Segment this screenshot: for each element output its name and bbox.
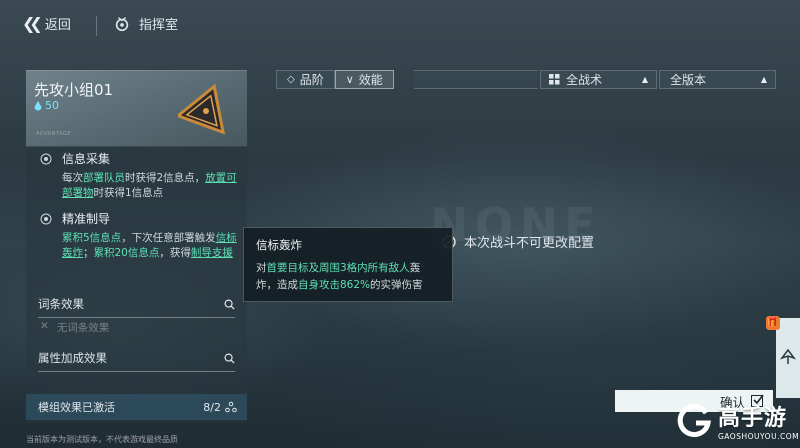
diamond-icon: ◇ — [287, 74, 295, 85]
squad-emblem-icon — [178, 83, 226, 135]
entry-effect-label: 词条效果 — [38, 297, 84, 311]
wing-icon — [780, 348, 796, 364]
squad-title: 先攻小组01 — [34, 81, 114, 99]
desc-highlight: 累积20信息点 — [93, 247, 160, 259]
tooltip-body: 对首要目标及周围3格内所有敌人轰炸，造成自身攻击862%的实弹伤害 — [256, 260, 440, 294]
locked-message: 本次战斗不可更改配置 — [442, 232, 594, 251]
squad-card: 先攻小组01 50 ADVANTAGE — [26, 70, 247, 147]
module-active-bar[interactable]: 模组效果已激活 8/2 — [26, 394, 247, 420]
entry-effect-search[interactable]: 词条效果 — [38, 296, 235, 318]
filter-bar-spacer — [414, 70, 538, 89]
tactic-select-value: 全战术 — [566, 73, 603, 87]
skill-tooltip: 信标轰炸 对首要目标及周围3格内所有敌人轰炸，造成自身攻击862%的实弹伤害 — [243, 227, 453, 302]
attr-bonus-label: 属性加成效果 — [38, 351, 107, 365]
version-select-value: 全版本 — [670, 73, 707, 87]
skill-desc: 每次部署队员时获得2信息点，放置可部署物时获得1信息点 — [62, 171, 238, 201]
version-footnote: 当前版本为测试版本，不代表游戏最终品质 — [26, 435, 178, 444]
grid-icon — [549, 74, 560, 85]
command-room-label: 指挥室 — [139, 18, 179, 33]
nodes-icon — [225, 401, 237, 413]
tip-highlight: 自身攻击862% — [298, 279, 371, 291]
module-count-value: 8/2 — [203, 400, 221, 414]
skill-name: 信息采集 — [62, 152, 111, 166]
attr-bonus-search[interactable]: 属性加成效果 — [38, 350, 235, 372]
target-icon — [40, 213, 52, 225]
desc-text: 每次 — [62, 172, 83, 184]
target-icon — [40, 153, 52, 165]
tab-efficiency-label: 效能 — [358, 73, 383, 87]
locked-message-text: 本次战斗不可更改配置 — [464, 236, 595, 251]
skill-precision-guidance: 精准制导 累积5信息点，下次任意部署触发信标轰炸；累积20信息点，获得制导支援 — [40, 210, 238, 261]
version-select[interactable]: 全版本 ▲ — [659, 70, 776, 89]
triangle-up-icon: ▲ — [760, 75, 767, 84]
desc-text: ，获得 — [159, 247, 191, 259]
no-entry-label: 无词条效果 — [56, 322, 110, 334]
side-panel-tab[interactable] — [776, 318, 800, 398]
tip-text: 对 — [256, 262, 267, 274]
triangle-up-icon: ▲ — [641, 75, 648, 84]
squad-cost-value: 50 — [45, 99, 59, 112]
skill-name: 精准制导 — [62, 212, 111, 226]
desc-text: ，下次任意部署触发 — [121, 232, 216, 244]
tab-efficiency[interactable]: ∨ 效能 — [334, 70, 394, 89]
skill-desc: 累积5信息点，下次任意部署触发信标轰炸；累积20信息点，获得制导支援 — [62, 231, 238, 261]
skill-info-collect: 信息采集 每次部署队员时获得2信息点，放置可部署物时获得1信息点 — [40, 150, 238, 201]
desc-highlight: 累积5信息点 — [62, 232, 122, 244]
module-panel: 信息采集 每次部署队员时获得2信息点，放置可部署物时获得1信息点 精准制导 累积… — [26, 146, 247, 422]
filter-tabs: ◇ 品阶 ∨ 效能 — [276, 70, 394, 89]
chevron-down-icon: ∨ — [345, 73, 354, 86]
command-room-button[interactable]: 指挥室 — [113, 14, 178, 33]
desc-highlight: 部署队员 — [83, 172, 125, 184]
tip-text: 的实弹伤害 — [370, 279, 423, 291]
gift-badge-icon[interactable]: 🎁 — [766, 316, 780, 330]
brand-url: GAOSHOUYOU.COM — [718, 432, 800, 441]
drop-icon — [34, 100, 42, 110]
desc-text: 时获得2信息点， — [125, 172, 206, 184]
back-button[interactable]: ❮❮ 返回 — [22, 14, 71, 33]
command-room-icon — [115, 16, 129, 31]
no-entry-row: ✕ 无词条效果 — [40, 320, 109, 335]
top-divider — [96, 16, 97, 36]
tooltip-title: 信标轰炸 — [256, 238, 302, 252]
desc-text: ； — [83, 247, 94, 259]
brand-name: 高手游 — [718, 406, 788, 431]
tab-rarity-label: 品阶 — [299, 73, 324, 87]
tactic-select[interactable]: 全战术 ▲ — [540, 70, 657, 89]
close-icon: ✕ — [40, 320, 49, 332]
module-active-count: 8/2 — [203, 401, 237, 414]
desc-text: 时获得1信息点 — [93, 187, 164, 199]
brand-logo-icon — [677, 403, 711, 437]
search-icon[interactable] — [224, 299, 235, 310]
brand-watermark: 高手游 GAOSHOUYOU.COM — [676, 400, 799, 441]
search-icon[interactable] — [224, 353, 235, 364]
squad-subtitle: ADVANTAGE — [36, 131, 71, 137]
module-active-label: 模组效果已激活 — [38, 401, 115, 414]
tab-rarity[interactable]: ◇ 品阶 — [276, 70, 335, 89]
tip-highlight: 首要目标及周围3格内所有敌人 — [266, 262, 410, 274]
squad-cost: 50 — [34, 99, 59, 112]
back-label: 返回 — [44, 18, 71, 33]
desc-link[interactable]: 制导支援 — [191, 247, 233, 259]
double-chevron-left-icon: ❮❮ — [22, 14, 43, 33]
